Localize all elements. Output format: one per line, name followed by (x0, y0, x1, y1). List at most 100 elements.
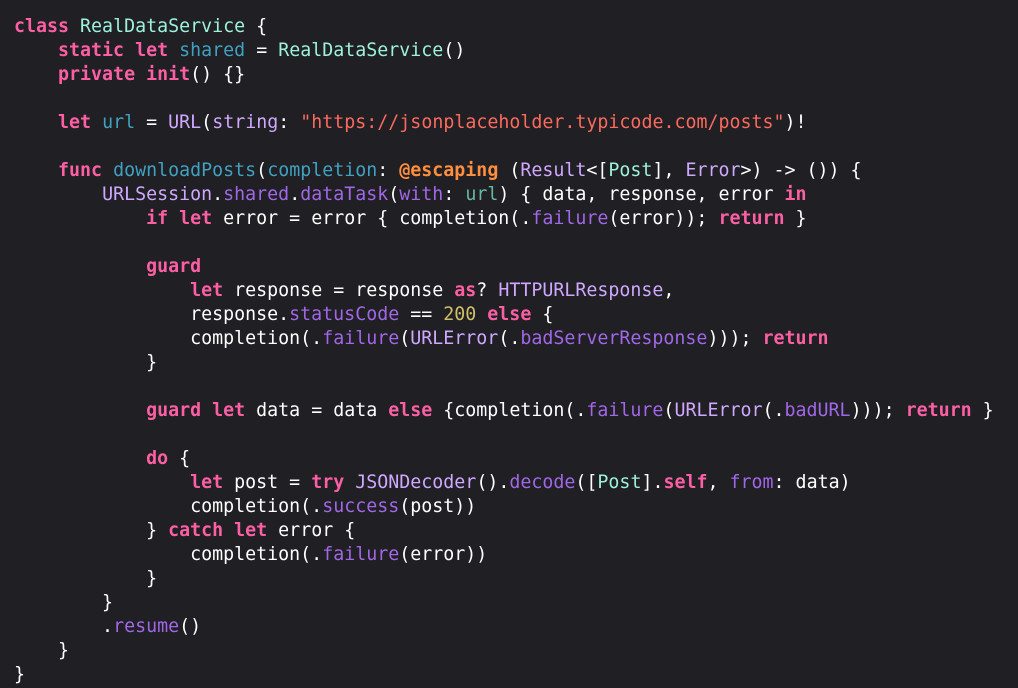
code-line[interactable] (14, 135, 1018, 159)
code-token: ]. (641, 472, 664, 493)
code-token: ( (256, 160, 268, 181)
code-line[interactable]: class RealDataService { (14, 15, 1018, 39)
code-line[interactable]: } (14, 591, 1018, 615)
code-token: badServerResponse (520, 328, 708, 349)
code-token: URLSession (102, 184, 213, 205)
code-token: resume (113, 616, 180, 637)
code-token: response. (14, 304, 290, 325)
code-token: { (245, 16, 268, 37)
code-token: if (146, 208, 169, 229)
code-token: downloadPosts (113, 160, 257, 181)
code-token: HTTPURLResponse (498, 280, 664, 301)
code-token: . (289, 184, 301, 205)
code-token: } (14, 520, 169, 541)
code-token: RealDataService (278, 40, 444, 61)
code-token: ( (663, 400, 675, 421)
code-line[interactable]: } (14, 663, 1018, 687)
code-token: in (784, 184, 807, 205)
code-token: let (135, 40, 169, 61)
code-line[interactable] (14, 423, 1018, 447)
code-token: url (102, 112, 136, 133)
code-line[interactable]: completion(.success(post)) (14, 495, 1018, 519)
code-token: else (487, 304, 532, 325)
code-line[interactable]: guard let data = data else {completion(.… (14, 399, 1018, 423)
code-line[interactable]: do { (14, 447, 1018, 471)
code-token: let (190, 472, 224, 493)
code-token: (error)) (399, 544, 488, 565)
code-token: ([ (575, 472, 598, 493)
code-token: URLError (410, 328, 499, 349)
code-token: self (663, 472, 708, 493)
code-line[interactable]: URLSession.shared.dataTask(with: url) { … (14, 183, 1018, 207)
code-token: else (388, 400, 433, 421)
code-token: ( (388, 184, 400, 205)
code-token: with (399, 184, 444, 205)
code-line[interactable]: completion(.failure(URLError(.badServerR… (14, 327, 1018, 351)
code-token: ))); (850, 400, 906, 421)
code-text-area[interactable]: class RealDataService { static let share… (14, 15, 1018, 687)
code-token: = (245, 40, 279, 61)
code-token: : (443, 184, 466, 205)
code-token: func (58, 160, 103, 181)
code-token: URL (168, 112, 202, 133)
code-token: , (663, 280, 675, 301)
code-token: data = data (245, 400, 389, 421)
code-line[interactable]: guard (14, 255, 1018, 279)
code-line[interactable]: static let shared = RealDataService() (14, 39, 1018, 63)
code-line[interactable] (14, 375, 1018, 399)
code-token: error = error { completion(. (212, 208, 532, 229)
code-line[interactable]: } (14, 351, 1018, 375)
code-line[interactable]: response.statusCode == 200 else { (14, 303, 1018, 327)
code-token: static (58, 40, 125, 61)
code-token: } (784, 208, 807, 229)
code-token: : (278, 112, 301, 133)
code-line[interactable]: completion(.failure(error)) (14, 543, 1018, 567)
code-line[interactable]: } catch let error { (14, 519, 1018, 543)
code-token: "https://jsonplaceholder.typicode.com/po… (300, 112, 785, 133)
code-line[interactable]: let url = URL(string: "https://jsonplace… (14, 111, 1018, 135)
code-token: catch (168, 520, 224, 541)
code-token: statusCode (289, 304, 400, 325)
code-token: . (14, 616, 114, 637)
code-token: } (971, 400, 994, 421)
code-token: } (14, 592, 114, 613)
code-token: completion(. (14, 496, 323, 517)
code-line[interactable]: if let error = error { completion(.failu… (14, 207, 1018, 231)
code-line[interactable]: let post = try JSONDecoder().decode([Pos… (14, 471, 1018, 495)
code-token: let (212, 400, 246, 421)
code-token: Post (608, 160, 653, 181)
code-line[interactable]: func downloadPosts(completion: @escaping… (14, 159, 1018, 183)
code-token: let (58, 112, 92, 133)
code-token: completion(. (14, 544, 323, 565)
code-token: {completion(. (432, 400, 587, 421)
code-line[interactable] (14, 231, 1018, 255)
code-line[interactable]: } (14, 639, 1018, 663)
code-editor[interactable]: class RealDataService { static let share… (0, 0, 1018, 688)
code-token: ( (201, 112, 213, 133)
code-token: private (58, 64, 136, 85)
code-token: { (168, 448, 191, 469)
code-token: guard (146, 256, 202, 277)
code-token: : data) (773, 472, 851, 493)
code-line[interactable] (14, 87, 1018, 111)
code-line[interactable]: .resume() (14, 615, 1018, 639)
code-token: . (212, 184, 224, 205)
code-line[interactable]: let response = response as? HTTPURLRespo… (14, 279, 1018, 303)
code-token: let (234, 520, 268, 541)
code-line[interactable]: } (14, 567, 1018, 591)
code-token: as (454, 280, 477, 301)
code-line[interactable]: private init() {} (14, 63, 1018, 87)
